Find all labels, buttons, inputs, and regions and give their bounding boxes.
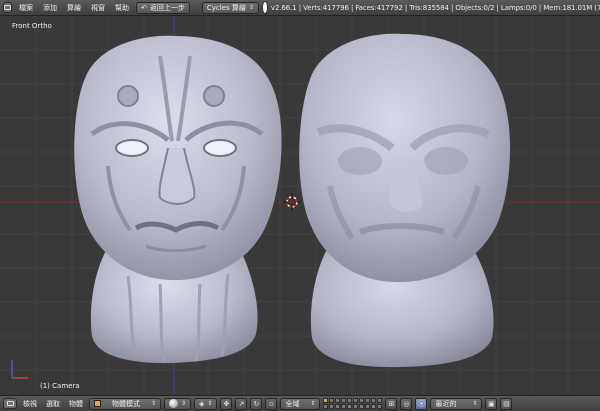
smooth-head[interactable] xyxy=(299,33,511,368)
chevron-down-icon: ⇕ xyxy=(472,400,478,407)
undo-icon: ↶ xyxy=(141,3,147,12)
layer-buttons[interactable] xyxy=(323,398,383,409)
chevron-down-icon: ⇕ xyxy=(150,400,156,407)
menu-file[interactable]: 檔案 xyxy=(16,3,36,13)
menu-window[interactable]: 視窗 xyxy=(88,3,108,13)
undo-button[interactable]: ↶ 返回上一步 xyxy=(136,1,190,14)
editor-type-icon[interactable] xyxy=(3,2,12,13)
lock-layers-icon[interactable]: ⊞ xyxy=(385,397,398,410)
editor-type-icon[interactable] xyxy=(3,398,17,409)
3d-viewport[interactable]: Front Ortho (1) Camera xyxy=(0,16,600,395)
mode-label: 物體模式 xyxy=(111,399,140,408)
snap-target-label: 最近的 xyxy=(435,399,457,408)
render-icon[interactable]: ▣ xyxy=(485,397,498,410)
axis-gizmo-icon xyxy=(11,360,28,379)
chevron-down-icon: ⇕ xyxy=(310,400,316,407)
layer-block-1[interactable] xyxy=(323,398,353,409)
chevron-down-icon: ⇕ xyxy=(248,4,254,11)
mode-select[interactable]: 物體模式 ⇕ xyxy=(89,397,161,410)
info-header: 檔案 添加 算繪 視窗 幫助 ↶ 返回上一步 Cycles 算繪 ⇕ v2.66… xyxy=(0,0,600,16)
snap-toggle-icon[interactable]: ⦿ xyxy=(415,397,428,410)
scale-manipulator-icon[interactable]: ▫ xyxy=(265,397,278,410)
translate-manipulator-icon[interactable]: ↗ xyxy=(235,397,248,410)
menu-select[interactable]: 選取 xyxy=(43,399,63,409)
view-name: Front Ortho xyxy=(12,22,52,30)
detailed-head[interactable] xyxy=(74,35,282,364)
manipulator-toggle-icon[interactable]: ✥ xyxy=(220,397,233,410)
solid-shading-icon xyxy=(169,399,178,408)
object-cube-icon xyxy=(94,400,101,407)
transform-orientation-select[interactable]: 全域 ⇕ xyxy=(280,397,321,410)
menu-view[interactable]: 檢視 xyxy=(20,399,40,409)
menu-object[interactable]: 物體 xyxy=(66,399,86,409)
proportional-edit-icon[interactable]: ◎ xyxy=(400,397,413,410)
shading-select[interactable]: ⇕ xyxy=(164,397,192,410)
chevron-down-icon: ⇕ xyxy=(181,400,187,407)
snap-target-select[interactable]: 最近的 ⇕ xyxy=(430,397,483,410)
render-engine-select[interactable]: Cycles 算繪 ⇕ xyxy=(201,1,259,14)
active-object-label: (1) Camera xyxy=(40,382,80,390)
menu-render[interactable]: 算繪 xyxy=(64,3,84,13)
menu-help[interactable]: 幫助 xyxy=(112,3,132,13)
undo-label: 返回上一步 xyxy=(149,3,185,12)
3d-cursor-icon xyxy=(283,193,301,211)
rotate-manipulator-icon[interactable]: ↻ xyxy=(250,397,263,410)
blender-logo-icon xyxy=(262,2,267,13)
3d-view-header: 檢視 選取 物體 物體模式 ⇕ ⇕ ◈ ⇕ ✥ ↗ ↻ ▫ 全域 ⇕ ⊞ ◎ ⦿… xyxy=(0,395,600,411)
pivot-point-select[interactable]: ◈ ⇕ xyxy=(194,397,218,410)
render-engine-label: Cycles 算繪 xyxy=(206,3,246,12)
layer-block-2[interactable] xyxy=(353,398,383,409)
chevron-down-icon: ⇕ xyxy=(207,400,213,407)
render-animation-icon[interactable]: ▤ xyxy=(500,397,513,410)
menu-add[interactable]: 添加 xyxy=(40,3,60,13)
scene-stats: v2.66.1 | Verts:417796 | Faces:417792 | … xyxy=(270,3,600,12)
pivot-icon: ◈ xyxy=(199,399,205,408)
orientation-label: 全域 xyxy=(285,399,300,408)
